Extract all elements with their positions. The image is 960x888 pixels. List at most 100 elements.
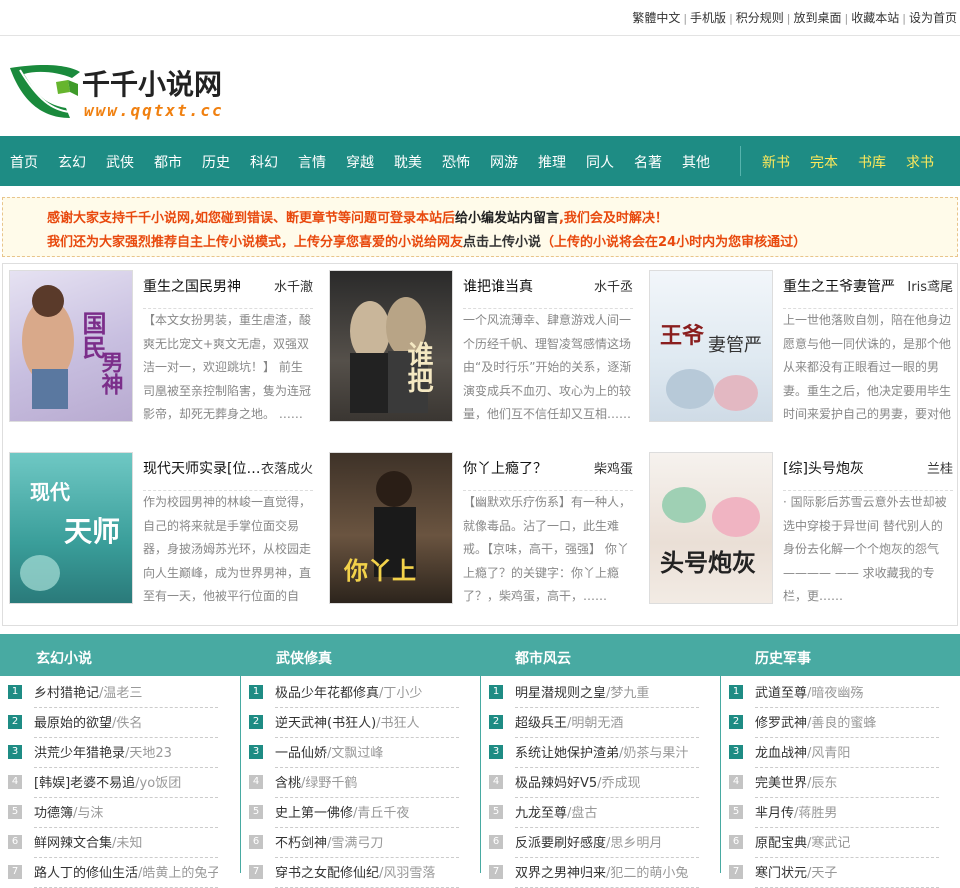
- novel-author-link[interactable]: 天子: [811, 866, 837, 881]
- novel-author-link[interactable]: 明朝无酒: [571, 716, 623, 731]
- novel-author-link[interactable]: 暗夜幽殇: [811, 686, 863, 701]
- novel-author-link[interactable]: 善良的蜜蜂: [811, 716, 876, 731]
- novel-title-link[interactable]: 寒门状元: [755, 866, 807, 881]
- novel-author-link[interactable]: 绿野千鹤: [305, 776, 357, 791]
- nav-request-book[interactable]: 求书: [906, 152, 934, 172]
- add-to-desktop-link[interactable]: 放到桌面: [791, 11, 845, 25]
- nav-mingzhu[interactable]: 名著: [634, 152, 662, 172]
- novel-author-link[interactable]: 寒武记: [811, 836, 850, 851]
- category-title[interactable]: 都市风云: [515, 648, 571, 668]
- novel-title-link[interactable]: 修罗武神: [755, 716, 807, 731]
- nav-wangyou[interactable]: 网游: [490, 152, 518, 172]
- novel-title-link[interactable]: 反派要刷好感度: [515, 836, 606, 851]
- nav-new-books[interactable]: 新书: [762, 152, 790, 172]
- nav-chuanyue[interactable]: 穿越: [346, 152, 374, 172]
- nav-wuxia[interactable]: 武侠: [106, 152, 134, 172]
- novel-author-link[interactable]: 梦九重: [610, 686, 649, 701]
- book-title[interactable]: [综]头号炮灰: [783, 458, 903, 478]
- novel-title-link[interactable]: 明星潜规则之皇: [515, 686, 606, 701]
- novel-title-link[interactable]: 乡村猎艳记: [34, 686, 99, 701]
- nav-qita[interactable]: 其他: [682, 152, 710, 172]
- nav-dushi[interactable]: 都市: [154, 152, 182, 172]
- book-author[interactable]: 兰桂: [927, 458, 953, 477]
- novel-title-link[interactable]: 极品辣妈好V5: [515, 776, 597, 791]
- message-editor-link[interactable]: 给小编发站内留言: [455, 211, 559, 226]
- nav-kongbu[interactable]: 恐怖: [442, 152, 470, 172]
- set-homepage-link[interactable]: 设为首页: [906, 11, 960, 25]
- novel-author-link[interactable]: 蒋胜男: [798, 806, 837, 821]
- book-cover[interactable]: 国民 男神: [9, 270, 133, 422]
- book-author[interactable]: 水千丞: [594, 276, 633, 295]
- novel-author-link[interactable]: 风青阳: [811, 746, 850, 761]
- novel-title-link[interactable]: 含桃: [275, 776, 301, 791]
- site-logo[interactable]: 千千小说网 www.qqtxt.cc: [8, 60, 268, 128]
- novel-title-link[interactable]: 路人丁的修仙生活: [34, 866, 138, 881]
- novel-title-link[interactable]: 史上第一佛修: [275, 806, 353, 821]
- novel-title-link[interactable]: 最原始的欲望: [34, 716, 112, 731]
- novel-title-link[interactable]: 双界之男神归来: [515, 866, 606, 881]
- novel-title-link[interactable]: 系统让她保护渣弟: [515, 746, 619, 761]
- nav-yanqing[interactable]: 言情: [298, 152, 326, 172]
- novel-title-link[interactable]: 完美世界: [755, 776, 807, 791]
- novel-title-link[interactable]: 九龙至尊: [515, 806, 567, 821]
- novel-author-link[interactable]: 与沫: [77, 806, 103, 821]
- novel-title-link[interactable]: 不朽剑神: [275, 836, 327, 851]
- book-title[interactable]: 你丫上瘾了？: [463, 458, 583, 478]
- novel-title-link[interactable]: 逆天武神(书狂人): [275, 716, 376, 731]
- novel-author-link[interactable]: 书狂人: [381, 716, 420, 731]
- novel-title-link[interactable]: [韩娱]老婆不易追: [34, 776, 135, 791]
- book-cover[interactable]: 王爷 妻管严: [649, 270, 773, 422]
- book-cover[interactable]: 你丫上: [329, 452, 453, 604]
- novel-title-link[interactable]: 龙血战神: [755, 746, 807, 761]
- novel-title-link[interactable]: 一品仙娇: [275, 746, 327, 761]
- book-author[interactable]: 水千澈: [274, 276, 313, 295]
- mobile-link[interactable]: 手机版: [687, 11, 729, 25]
- category-title[interactable]: 玄幻小说: [36, 648, 92, 668]
- novel-author-link[interactable]: yo饭团: [140, 776, 182, 791]
- book-title[interactable]: 谁把谁当真: [463, 276, 583, 296]
- novel-title-link[interactable]: 武道至尊: [755, 686, 807, 701]
- novel-author-link[interactable]: 未知: [116, 836, 142, 851]
- nav-home[interactable]: 首页: [10, 152, 38, 172]
- book-author[interactable]: 柴鸡蛋: [594, 458, 633, 477]
- nav-tongren[interactable]: 同人: [586, 152, 614, 172]
- novel-title-link[interactable]: 极品少年花都修真: [275, 686, 379, 701]
- category-title[interactable]: 武侠修真: [276, 648, 332, 668]
- upload-novel-link[interactable]: 点击上传小说: [463, 235, 541, 250]
- nav-lishi[interactable]: 历史: [202, 152, 230, 172]
- book-title[interactable]: 现代天师实录[位面]: [143, 458, 263, 478]
- bookmark-link[interactable]: 收藏本站: [848, 11, 902, 25]
- novel-author-link[interactable]: 文飘过峰: [331, 746, 383, 761]
- novel-author-link[interactable]: 丁小少: [383, 686, 422, 701]
- traditional-chinese-link[interactable]: 繁體中文: [629, 11, 683, 25]
- novel-author-link[interactable]: 盘古: [571, 806, 597, 821]
- nav-kehuan[interactable]: 科幻: [250, 152, 278, 172]
- novel-title-link[interactable]: 原配宝典: [755, 836, 807, 851]
- novel-author-link[interactable]: 奶茶与果汁: [623, 746, 688, 761]
- novel-author-link[interactable]: 青丘千夜: [357, 806, 409, 821]
- book-cover[interactable]: 头号炮灰: [649, 452, 773, 604]
- novel-author-link[interactable]: 乔成现: [602, 776, 641, 791]
- book-cover[interactable]: 现代 天师: [9, 452, 133, 604]
- book-author[interactable]: 衣落成火: [261, 458, 313, 477]
- book-author[interactable]: Iris鸢尾: [907, 276, 953, 295]
- novel-author-link[interactable]: 佚名: [116, 716, 142, 731]
- nav-library[interactable]: 书库: [858, 152, 886, 172]
- book-cover[interactable]: 谁把: [329, 270, 453, 422]
- novel-author-link[interactable]: 皓黄上的兔子: [142, 866, 218, 881]
- novel-title-link[interactable]: 超级兵王: [515, 716, 567, 731]
- novel-author-link[interactable]: 雪满弓刀: [331, 836, 383, 851]
- novel-author-link[interactable]: 天地23: [129, 746, 172, 761]
- nav-completed[interactable]: 完本: [810, 152, 838, 172]
- novel-title-link[interactable]: 穿书之女配修仙纪: [275, 866, 379, 881]
- points-rules-link[interactable]: 积分规则: [733, 11, 787, 25]
- novel-title-link[interactable]: 洪荒少年猎艳录: [34, 746, 125, 761]
- novel-author-link[interactable]: 温老三: [103, 686, 142, 701]
- novel-author-link[interactable]: 风羽雪落: [383, 866, 435, 881]
- book-title[interactable]: 重生之国民男神: [143, 276, 263, 296]
- novel-title-link[interactable]: 芈月传: [755, 806, 794, 821]
- book-title[interactable]: 重生之王爷妻管严: [783, 276, 903, 296]
- novel-author-link[interactable]: 犯二的萌小兔: [610, 866, 688, 881]
- novel-title-link[interactable]: 功德簿: [34, 806, 73, 821]
- nav-tuili[interactable]: 推理: [538, 152, 566, 172]
